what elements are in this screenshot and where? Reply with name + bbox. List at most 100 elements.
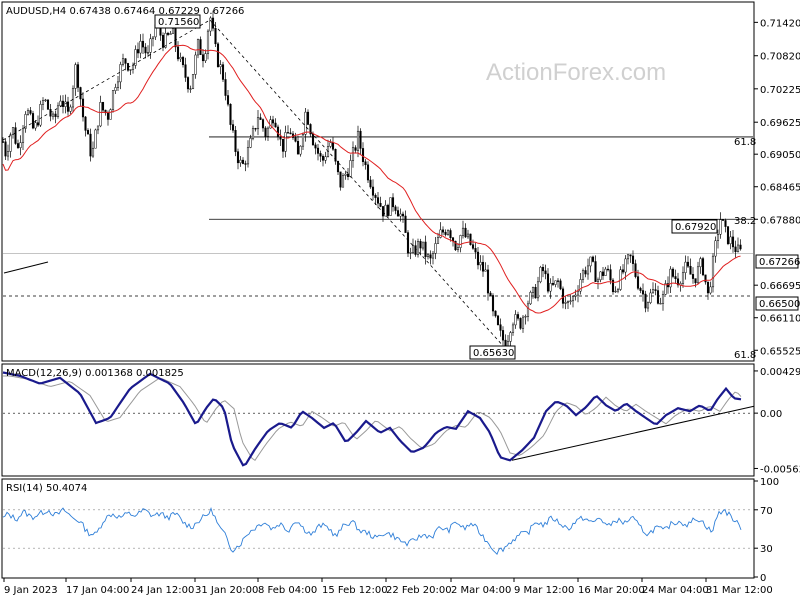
candle-body [576,290,580,296]
candle-body [219,64,222,68]
candle-body [66,101,70,112]
candle-body [414,245,417,255]
candle-body [324,156,327,161]
candle-body [496,315,500,325]
candle-body [364,161,367,166]
swing-high-label: 0.67920 [671,219,718,234]
candle-body [729,236,732,245]
candle-body [176,46,180,60]
macd-tick-label: 0.00 [760,409,782,420]
x-tick-label: 22 Feb 20:00 [386,585,452,596]
candle-body [116,81,120,88]
macd-axis: 0.004299 0.00 -0.005636 [754,367,800,475]
candle-body [621,269,625,273]
candle-body [434,243,437,254]
candle-body [649,292,652,303]
candle-body [584,270,587,275]
candle-body [494,310,497,317]
candle-body [119,64,122,83]
candle-body [296,141,300,155]
candle-body [286,132,290,134]
candle-body [54,113,57,117]
candle-body [501,330,505,341]
candle-body [81,98,85,118]
candle-body [709,286,712,294]
candle-body [266,127,270,137]
candle-body [149,38,152,53]
candle-body [351,147,355,161]
candle-body [79,87,82,100]
candle-body [391,197,395,208]
candle-body [304,111,307,135]
candle-body [339,171,342,188]
candle-body [224,79,227,96]
candle-body [181,57,185,66]
candle-body [259,117,262,120]
candle-body [739,244,742,250]
candle-body [234,130,237,152]
candle-body [524,316,527,318]
candle-body [179,57,182,60]
candle-body [139,40,142,54]
candle-body [606,268,610,271]
candle-body [16,143,20,148]
rsi-tick-label: 100 [760,477,779,488]
candle-body [284,132,287,152]
candle-body [551,282,555,285]
candle-body [554,280,557,285]
candle-body [99,102,102,127]
price-tick-label: 0.66695 [760,281,800,292]
candle-body [514,314,517,326]
candle-body [474,248,477,253]
candle-body [479,261,482,266]
candle-body [594,261,597,282]
candle-body [536,281,540,299]
candle-body [261,119,265,129]
candle-body [356,130,360,151]
price-tick-label: 0.67880 [760,215,800,226]
candle-body [329,142,332,147]
candle-body [589,256,592,267]
price-tick-label: 0.69625 [760,118,800,129]
candle-body [581,270,585,280]
candle-body [19,142,22,148]
candle-body [369,179,372,188]
candle-body [174,28,177,48]
candle-body [184,64,187,78]
candle-body [701,258,705,276]
candle-body [684,261,687,273]
rsi-tick-label: 30 [760,544,773,555]
candle-body [516,314,520,319]
candle-body [21,128,25,143]
candle-body [531,287,535,293]
candle-body [689,265,692,275]
candle-body [461,227,465,236]
candle-body [591,256,595,262]
candle-body [306,111,310,125]
rsi-tick-label: 70 [760,506,773,517]
candle-body [121,58,125,65]
candle-body [91,147,95,157]
candle-body [481,261,485,272]
x-tick-label: 31 Mar 12:00 [706,585,773,596]
macd-header: MACD(12,26,9) 0.001368 0.001825 [6,368,184,379]
candle-body [526,303,530,317]
candle-body [246,147,250,165]
candle-body [661,294,665,304]
candle-body [521,316,525,329]
candle-body [381,206,385,217]
candle-body [699,258,702,268]
candle-body [644,293,647,309]
candle-body [464,227,467,238]
candle-body [586,265,590,275]
x-tick-label: 24 Jan 12:00 [131,585,194,596]
candle-body [4,141,7,157]
candle-body [439,229,442,238]
candle-body [636,276,640,289]
x-tick-label: 24 Mar 04:00 [642,585,709,596]
candle-body [9,134,12,152]
candle-body [89,133,92,157]
candle-body [376,197,380,204]
candle-body [634,263,637,277]
support-price-tag: 0.66500 [755,296,800,311]
